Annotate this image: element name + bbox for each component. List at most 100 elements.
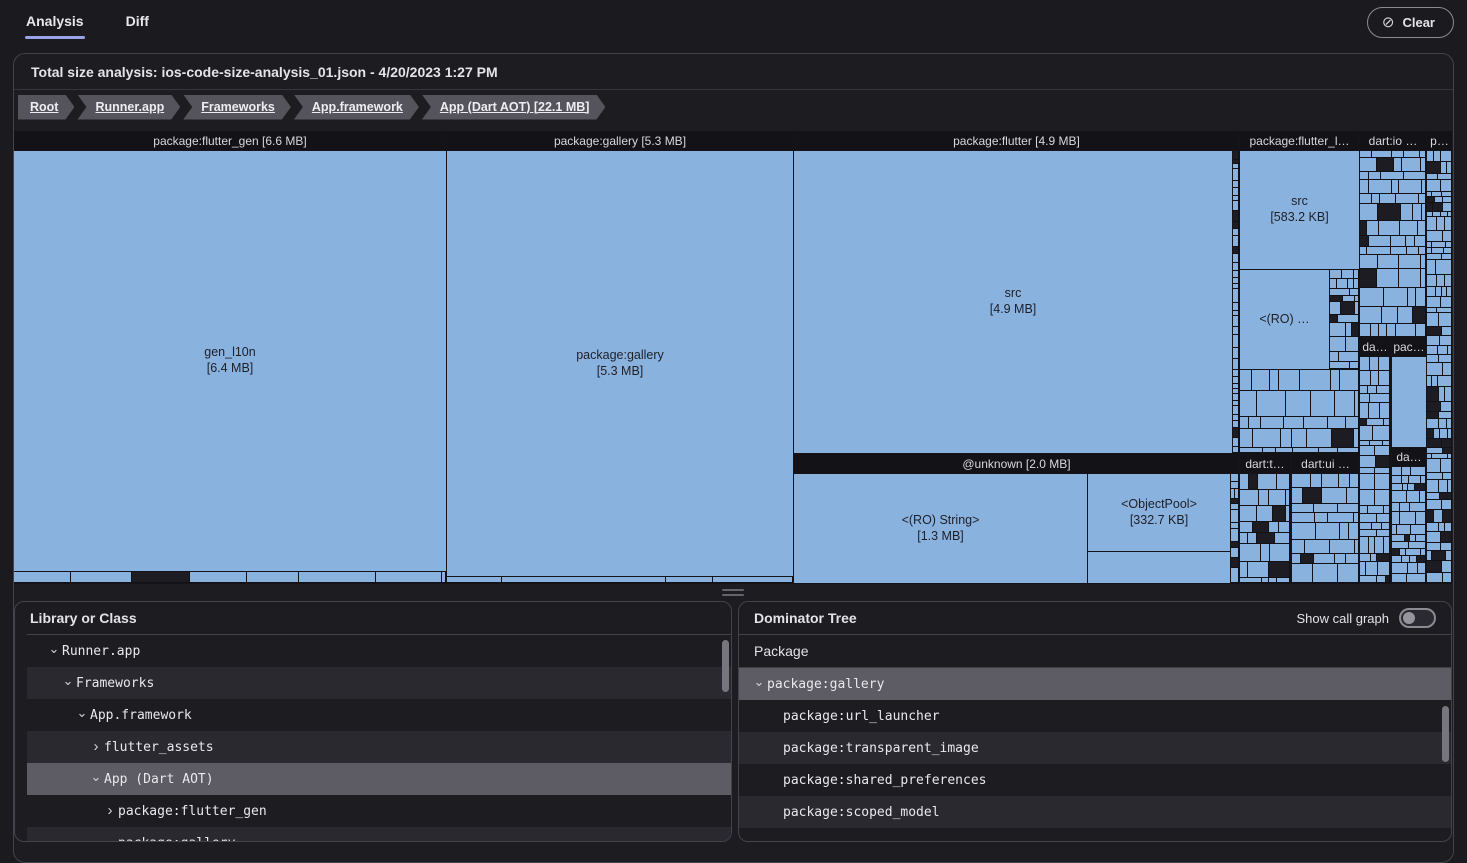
treemap-section-header[interactable]: p…	[1427, 131, 1452, 150]
treemap-mosaic[interactable]	[1360, 357, 1390, 583]
treemap-micro-cell	[1441, 459, 1451, 472]
tab-analysis[interactable]: Analysis	[25, 9, 85, 39]
treemap-micro-cell	[1360, 221, 1366, 235]
treemap-cell[interactable]: <(RO) …	[1240, 270, 1329, 369]
treemap-mosaic[interactable]	[1231, 474, 1239, 583]
chevron-down-icon[interactable]: ⌄	[74, 705, 90, 721]
breadcrumb-item[interactable]: App.framework	[294, 95, 419, 120]
library-panel-header: Library or Class	[15, 602, 731, 634]
treemap-mosaic[interactable]	[1292, 474, 1359, 583]
treemap-section-header[interactable]: dart:t…	[1240, 454, 1290, 473]
chevron-down-icon[interactable]: ⌄	[46, 641, 62, 657]
chevron-right-icon[interactable]: ›	[88, 738, 104, 755]
treemap-mosaic[interactable]	[1360, 151, 1426, 337]
breadcrumb-item[interactable]: Runner.app	[77, 95, 180, 120]
treemap-micro-cell	[1427, 162, 1440, 173]
treemap-section-header[interactable]: package:flutter_l…	[1240, 131, 1359, 150]
split-drag-handle[interactable]	[14, 584, 1452, 601]
treemap-micro-cell	[1427, 523, 1438, 531]
treemap-micro-cell	[1369, 403, 1379, 418]
treemap-micro-cell	[1372, 194, 1379, 203]
treemap-section-header[interactable]: package:flutter_gen [6.6 MB]	[14, 131, 446, 150]
treemap-micro-cell	[1448, 212, 1451, 216]
breadcrumb-item[interactable]: Root	[18, 95, 74, 120]
breadcrumb-item[interactable]: App (Dart AOT) [22.1 MB]	[422, 95, 606, 120]
treemap-mosaic[interactable]	[1240, 474, 1290, 583]
treemap-micro-cell	[1360, 419, 1366, 425]
treemap-cell[interactable]: src[583.2 KB]	[1240, 151, 1359, 269]
treemap-section-header[interactable]: dart:io …	[1360, 131, 1426, 150]
breadcrumb-item[interactable]: Frameworks	[183, 95, 291, 120]
treemap[interactable]: package:flutter_gen [6.6 MB]package:gall…	[14, 131, 1452, 584]
treemap-mosaic[interactable]	[1233, 151, 1239, 453]
tab-diff[interactable]: Diff	[125, 9, 150, 39]
chevron-down-icon[interactable]: ⌄	[102, 833, 118, 841]
tree-row[interactable]: ⌄package:gallery	[739, 668, 1451, 700]
treemap-section-header[interactable]: package:flutter [4.9 MB]	[794, 131, 1239, 150]
treemap-section-header[interactable]: da…	[1360, 338, 1390, 356]
treemap-micro-cell	[1252, 370, 1269, 390]
tree-row[interactable]: ⌄package:gallery	[27, 827, 731, 841]
treemap-cell[interactable]	[1392, 357, 1426, 447]
tree-row[interactable]: package:transparent_image	[739, 732, 1451, 764]
treemap-cell[interactable]: <(RO) String>[1.3 MB]	[794, 474, 1087, 583]
treemap-micro-cell	[1427, 473, 1442, 479]
chevron-right-icon[interactable]: ›	[102, 802, 118, 819]
treemap-mosaic[interactable]	[14, 572, 446, 583]
treemap-mosaic[interactable]	[1330, 270, 1359, 369]
library-scrollbar-thumb[interactable]	[722, 640, 729, 692]
treemap-mosaic[interactable]	[1240, 370, 1359, 453]
tree-row[interactable]: ⌄Frameworks	[27, 667, 731, 699]
treemap-micro-cell	[1408, 563, 1417, 573]
chevron-down-icon[interactable]: ⌄	[751, 674, 767, 690]
treemap-micro-cell	[1233, 164, 1238, 168]
tree-row[interactable]: ›package:flutter_gen	[27, 795, 731, 827]
treemap-mosaic[interactable]	[1392, 467, 1426, 583]
tree-row[interactable]: ⌄Runner.app	[27, 635, 731, 667]
tree-row[interactable]: ⌄App (Dart AOT)	[27, 763, 731, 795]
treemap-micro-cell	[1399, 255, 1420, 268]
dominator-tree: Package ⌄package:gallerypackage:url_laun…	[739, 634, 1451, 841]
chevron-down-icon[interactable]: ⌄	[60, 673, 76, 689]
treemap-section-header[interactable]: da…	[1392, 448, 1426, 466]
tree-row[interactable]: ⌄App.framework	[27, 699, 731, 731]
treemap-micro-cell	[1384, 537, 1389, 553]
treemap-micro-cell	[1437, 217, 1444, 230]
treemap-micro-cell	[1233, 415, 1238, 420]
treemap-micro-cell	[1371, 324, 1378, 336]
treemap-cell[interactable]: src[4.9 MB]	[794, 151, 1232, 453]
treemap-micro-cell	[1233, 394, 1238, 400]
treemap-micro-cell	[1401, 204, 1412, 220]
treemap-section-header[interactable]: dart:ui …	[1292, 454, 1359, 473]
chevron-down-icon[interactable]: ⌄	[88, 769, 104, 785]
tree-row[interactable]: package:shared_preferences	[739, 764, 1451, 796]
treemap-micro-cell	[1360, 357, 1369, 370]
show-call-graph-toggle[interactable]	[1399, 608, 1436, 628]
clear-button[interactable]: ⊘ Clear	[1367, 7, 1454, 38]
treemap-micro-cell	[1340, 370, 1358, 390]
treemap-mosaic[interactable]	[1427, 151, 1452, 583]
treemap-cell[interactable]	[1088, 552, 1230, 583]
treemap-mosaic[interactable]	[447, 577, 793, 583]
treemap-micro-cell	[1427, 510, 1433, 522]
treemap-section-header[interactable]: @unknown [2.0 MB]	[794, 454, 1239, 473]
treemap-micro-cell	[1314, 504, 1337, 512]
treemap-section-header[interactable]: pac…	[1392, 338, 1426, 356]
treemap-micro-cell	[1231, 474, 1238, 481]
treemap-micro-cell	[1233, 222, 1238, 228]
treemap-micro-cell	[1438, 376, 1451, 386]
treemap-section-header[interactable]: package:gallery [5.3 MB]	[447, 131, 793, 150]
treemap-micro-cell	[1354, 513, 1358, 522]
treemap-micro-cell	[1231, 548, 1238, 557]
tree-row[interactable]: package:scoped_model	[739, 796, 1451, 828]
treemap-micro-cell	[1392, 535, 1404, 541]
dominator-scrollbar-thumb[interactable]	[1442, 706, 1449, 762]
tree-row[interactable]: package:url_launcher	[739, 700, 1451, 732]
treemap-cell[interactable]: gen_l10n[6.4 MB]	[14, 151, 446, 571]
treemap-micro-cell	[1269, 490, 1285, 505]
treemap-micro-cell	[1392, 484, 1402, 490]
dominator-panel-title: Dominator Tree	[754, 610, 857, 626]
tree-row[interactable]: ›flutter_assets	[27, 731, 731, 763]
treemap-cell[interactable]: package:gallery[5.3 MB]	[447, 151, 793, 576]
treemap-cell[interactable]: <ObjectPool>[332.7 KB]	[1088, 474, 1230, 551]
